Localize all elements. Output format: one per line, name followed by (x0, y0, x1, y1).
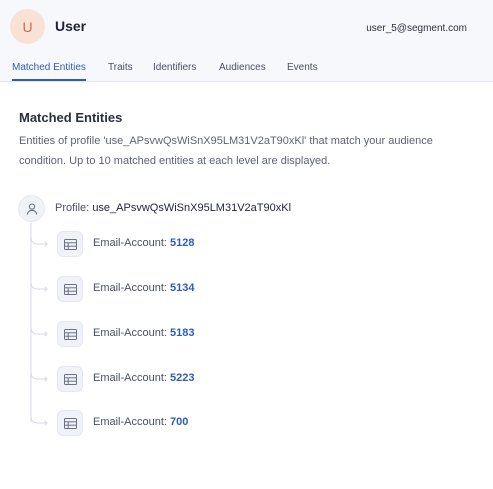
entity-id-link[interactable]: 700 (170, 416, 188, 428)
person-icon (18, 195, 45, 222)
entity-id-link[interactable]: 5128 (170, 237, 194, 249)
list-item: Email-Account: 5183 (93, 327, 195, 339)
table-icon (57, 410, 83, 436)
entity-id-link[interactable]: 5183 (170, 327, 194, 339)
entity-type: Email-Account: (93, 372, 167, 384)
profile-prefix: Profile: (55, 202, 90, 214)
table-icon (57, 276, 83, 302)
entity-type: Email-Account: (93, 282, 167, 294)
list-item: Email-Account: 5223 (93, 372, 195, 384)
table-icon (57, 366, 83, 392)
profile-id: use_APsvwQsWiSnX95LM31V2aT90xKl (92, 202, 292, 214)
table-icon (57, 321, 83, 347)
table-icon (57, 231, 83, 257)
entity-type: Email-Account: (93, 327, 167, 339)
profile-label: Profile: use_APsvwQsWiSnX95LM31V2aT90xKl (55, 202, 291, 214)
list-item: Email-Account: 5128 (93, 237, 195, 249)
entity-type: Email-Account: (93, 416, 167, 428)
entity-type: Email-Account: (93, 237, 167, 249)
entity-id-link[interactable]: 5223 (170, 372, 194, 384)
list-item: Email-Account: 700 (93, 416, 188, 428)
list-item: Email-Account: 5134 (93, 282, 195, 294)
entity-id-link[interactable]: 5134 (170, 282, 194, 294)
